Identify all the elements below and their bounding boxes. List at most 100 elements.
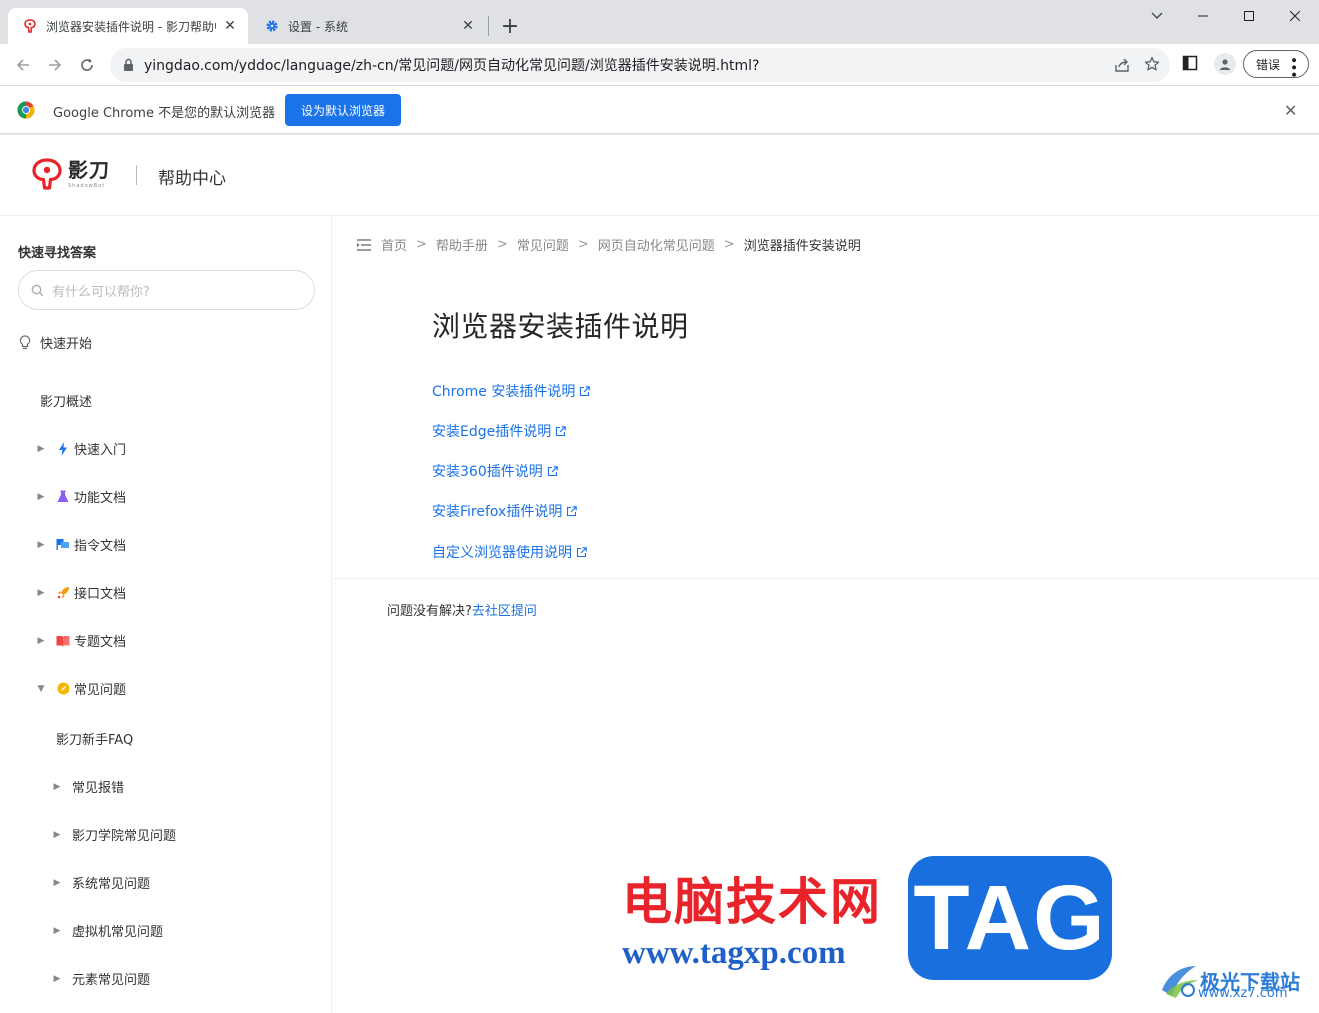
brand-text: 影刀 ShadowBot: [68, 158, 110, 190]
breadcrumb-separator: >: [577, 237, 589, 252]
url-text[interactable]: yingdao.com/yddoc/language/zh-cn/常见问题/网页…: [144, 55, 760, 75]
caret-right-icon[interactable]: ▶: [52, 974, 62, 984]
breadcrumb-current: 浏览器插件安装说明: [743, 239, 861, 254]
sidebar-item-system-faq[interactable]: ▶ 系统常见问题: [52, 873, 150, 892]
window-close-icon[interactable]: [1272, 0, 1318, 32]
sidebar-item-feature-docs[interactable]: ▶ 功能文档: [36, 487, 126, 506]
tab-strip: 浏览器安装插件说明 - 影刀帮助中心 ✕ 设置 - 系统 ✕ +: [0, 0, 1319, 44]
reload-icon[interactable]: [73, 51, 101, 79]
default-browser-infobar: Google Chrome 不是您的默认浏览器 设为默认浏览器 ✕: [0, 86, 1319, 134]
firefox-install-link[interactable]: 安装Firefox插件说明: [432, 501, 578, 521]
breadcrumb-web-automation-faq[interactable]: 网页自动化常见问题: [598, 235, 715, 254]
watermark-cn-text: 电脑技术网: [622, 872, 882, 931]
tab-close-icon[interactable]: ✕: [460, 18, 476, 34]
breadcrumb-faq[interactable]: 常见问题: [517, 235, 569, 254]
caret-right-icon[interactable]: ▶: [36, 540, 46, 550]
sidebar-item-label: 快速开始: [40, 337, 93, 352]
caret-right-icon[interactable]: ▶: [36, 492, 46, 502]
sidebar-item-beginner-faq[interactable]: 影刀新手FAQ: [56, 729, 133, 748]
sidebar-item-element-faq[interactable]: ▶ 元素常见问题: [52, 969, 150, 988]
brand-name: 影刀: [68, 158, 110, 182]
external-link-icon: [579, 385, 591, 397]
more-dots-icon: •••: [1285, 56, 1301, 78]
watermark-site-url: www.xz7.com: [1198, 986, 1288, 1001]
link-text: 安装Edge插件说明: [432, 424, 552, 440]
back-arrow-icon[interactable]: [9, 51, 37, 79]
flag-icon: [56, 538, 70, 552]
breadcrumb-home[interactable]: 首页: [381, 235, 407, 254]
link-text: Chrome 安装插件说明: [432, 384, 576, 400]
sidebar-item-label: 元素常见问题: [72, 973, 151, 988]
sidebar-item-label: 影刀新手FAQ: [56, 733, 134, 748]
aurora-logo-icon: [1162, 966, 1198, 998]
sidebar: 快速寻找答案 有什么可以帮你? 快速开始 影刀概述 ▶ 快速入门 ▶ 功能文档 …: [0, 216, 332, 1013]
caret-right-icon[interactable]: ▶: [36, 444, 46, 454]
caret-right-icon[interactable]: ▶: [52, 878, 62, 888]
sidebar-item-topic-docs[interactable]: ▶ 专题文档: [36, 631, 126, 650]
sidebar-item-vm-faq[interactable]: ▶ 虚拟机常见问题: [52, 921, 163, 940]
caret-right-icon[interactable]: ▶: [36, 636, 46, 646]
caret-right-icon[interactable]: ▶: [36, 588, 46, 598]
sidebar-item-common-errors[interactable]: ▶ 常见报错: [52, 777, 124, 796]
sidebar-item-quick-start[interactable]: 快速开始: [18, 333, 92, 352]
feedback-text: 问题没有解决?: [387, 604, 472, 619]
lightning-icon: [56, 441, 70, 456]
sidebar-item-label: 系统常见问题: [72, 877, 151, 892]
yingdao-logo[interactable]: 影刀 ShadowBot: [32, 158, 110, 190]
browser-toolbar: yingdao.com/yddoc/language/zh-cn/常见问题/网页…: [0, 44, 1319, 86]
help-center-title[interactable]: 帮助中心: [158, 164, 226, 189]
caret-right-icon[interactable]: ▶: [52, 830, 62, 840]
lock-icon[interactable]: [120, 57, 136, 73]
sidebar-item-academy-faq[interactable]: ▶ 影刀学院常见问题: [52, 825, 176, 844]
error-menu-button[interactable]: 错误 •••: [1243, 50, 1309, 78]
infobar-close-icon[interactable]: ✕: [1284, 101, 1297, 120]
chrome-logo-icon: [17, 101, 35, 123]
side-panel-icon[interactable]: [1182, 55, 1198, 75]
tab-close-icon[interactable]: ✕: [222, 18, 238, 34]
menu-list-icon[interactable]: [357, 238, 371, 251]
tab-settings[interactable]: 设置 - 系统 ✕: [250, 8, 486, 44]
brand-name-en: ShadowBot: [68, 183, 106, 189]
sidebar-item-label: 虚拟机常见问题: [72, 925, 164, 940]
sidebar-item-label: 影刀学院常见问题: [72, 829, 177, 844]
address-bar[interactable]: yingdao.com/yddoc/language/zh-cn/常见问题/网页…: [110, 48, 1170, 82]
gear-icon: [264, 18, 280, 34]
flask-icon: [56, 490, 70, 504]
search-input[interactable]: 有什么可以帮你?: [18, 270, 315, 310]
link-text: 自定义浏览器使用说明: [432, 545, 572, 561]
sidebar-item-label: 接口文档: [74, 587, 127, 602]
chrome-install-link[interactable]: Chrome 安装插件说明: [432, 381, 591, 401]
minimize-icon[interactable]: [1180, 0, 1226, 32]
sidebar-item-command-docs[interactable]: ▶ 指令文档: [36, 535, 126, 554]
compass-icon: [56, 682, 70, 696]
tab-search-chevron-icon[interactable]: [1134, 0, 1180, 32]
yingdao-logo-icon: [32, 158, 62, 190]
sidebar-item-overview[interactable]: 影刀概述: [40, 391, 92, 410]
share-icon[interactable]: [1114, 57, 1130, 77]
error-label: 错误: [1256, 57, 1281, 72]
search-placeholder: 有什么可以帮你?: [52, 284, 150, 300]
external-link-icon: [547, 465, 558, 477]
caret-right-icon[interactable]: ▶: [52, 782, 62, 792]
profile-avatar-icon[interactable]: [1214, 53, 1236, 75]
sidebar-item-getting-started[interactable]: ▶ 快速入门: [36, 439, 126, 458]
sidebar-item-faq[interactable]: ▼ 常见问题: [36, 679, 126, 698]
watermark-tag-badge: TAG: [908, 856, 1112, 980]
content-divider: [333, 578, 1319, 579]
sidebar-item-api-docs[interactable]: ▶ 接口文档: [36, 583, 126, 602]
forward-arrow-icon[interactable]: [41, 51, 69, 79]
set-default-browser-button[interactable]: 设为默认浏览器: [285, 94, 401, 126]
tab-yingdao-help[interactable]: 浏览器安装插件说明 - 影刀帮助中心 ✕: [8, 8, 248, 44]
new-tab-plus-icon[interactable]: +: [498, 14, 522, 39]
breadcrumb-separator: >: [496, 237, 508, 252]
caret-down-icon[interactable]: ▼: [36, 684, 46, 694]
sidebar-item-label: 影刀概述: [40, 395, 93, 410]
edge-install-link[interactable]: 安装Edge插件说明: [432, 421, 566, 441]
caret-right-icon[interactable]: ▶: [52, 926, 62, 936]
360-install-link[interactable]: 安装360插件说明: [432, 461, 558, 481]
bookmark-star-icon[interactable]: [1144, 56, 1160, 76]
breadcrumb-manual[interactable]: 帮助手册: [436, 235, 488, 254]
maximize-icon[interactable]: [1226, 0, 1272, 32]
community-ask-link[interactable]: 去社区提问: [472, 604, 537, 619]
custom-browser-link[interactable]: 自定义浏览器使用说明: [432, 542, 587, 562]
